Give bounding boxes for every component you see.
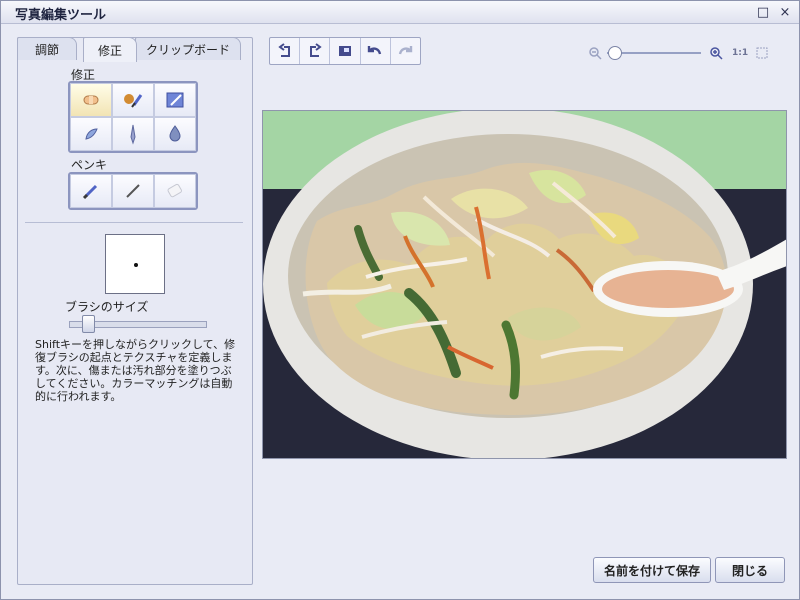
clone-brush-tool-button[interactable] — [112, 83, 154, 117]
undo-button[interactable] — [361, 38, 391, 64]
water-drop-tool-button[interactable] — [154, 117, 196, 151]
rotate-right-icon — [309, 43, 322, 57]
zoom-slider-thumb[interactable] — [607, 46, 622, 60]
maximize-icon: □ — [756, 4, 770, 20]
clone-brush-icon — [124, 94, 143, 108]
zoom-in-icon[interactable] — [709, 46, 723, 60]
maximize-button[interactable]: □ — [755, 4, 771, 20]
sharpen-tool-button[interactable] — [112, 117, 154, 151]
redo-icon — [399, 46, 413, 55]
fit-window-icon[interactable] — [755, 46, 769, 60]
undo-icon — [368, 46, 382, 55]
retouch-tool-button[interactable] — [70, 117, 112, 151]
rotate-right-button[interactable] — [300, 38, 331, 64]
paint-brush-tool-button[interactable] — [70, 174, 112, 208]
sharpen-icon — [130, 124, 136, 145]
brush-size-slider-thumb[interactable] — [81, 315, 95, 333]
resize-icon — [339, 46, 351, 56]
photo-editor-window: 写真編集ツール □ × 調節 修正 クリップボード 修正 ペンキ ブラシのサイズ… — [0, 0, 800, 600]
save-as-button[interactable]: 名前を付けて保存 — [593, 557, 711, 583]
rotate-left-icon — [277, 43, 290, 57]
repair-tools-group — [68, 81, 198, 153]
smart-brush-icon — [166, 92, 184, 108]
brush-size-label: ブラシのサイズ — [65, 300, 149, 314]
close-window-button[interactable]: × — [777, 4, 793, 20]
close-icon: × — [779, 4, 791, 20]
zoom-out-icon[interactable] — [588, 46, 602, 60]
paint-section-label: ペンキ — [71, 158, 108, 172]
bandage-icon — [83, 95, 99, 105]
retouch-icon — [85, 128, 98, 140]
eraser-tool-button[interactable] — [154, 174, 196, 208]
actual-size-label[interactable]: 1:1 — [732, 48, 748, 58]
paint-brush-icon — [82, 184, 98, 200]
water-drop-icon — [169, 125, 181, 142]
window-title: 写真編集ツール — [15, 8, 107, 23]
paint-tools-group — [68, 172, 198, 210]
image-toolbar — [269, 37, 421, 65]
line-tool-button[interactable] — [112, 174, 154, 208]
tab-repair[interactable]: 修正 — [83, 37, 137, 62]
photo-canvas[interactable] — [262, 110, 787, 459]
rotate-left-button[interactable] — [270, 38, 301, 64]
brush-preview-dot — [134, 263, 138, 267]
line-icon — [126, 184, 140, 198]
bandage-tool-button[interactable] — [70, 83, 112, 117]
smart-brush-tool-button[interactable] — [154, 83, 196, 117]
panel-divider — [25, 222, 243, 223]
tab-adjust[interactable]: 調節 — [17, 37, 77, 60]
close-button[interactable]: 閉じる — [715, 557, 785, 583]
repair-instructions: Shiftキーを押しながらクリックして、修復ブラシの起点とテクスチャを定義します… — [35, 338, 236, 403]
title-bar: 写真編集ツール □ × — [1, 1, 799, 24]
redo-button[interactable] — [391, 38, 420, 64]
eraser-icon — [167, 183, 182, 198]
tab-clipboard[interactable]: クリップボード — [135, 37, 241, 60]
resize-button[interactable] — [330, 38, 361, 64]
food-photo — [263, 111, 786, 458]
brush-preview — [105, 234, 165, 294]
